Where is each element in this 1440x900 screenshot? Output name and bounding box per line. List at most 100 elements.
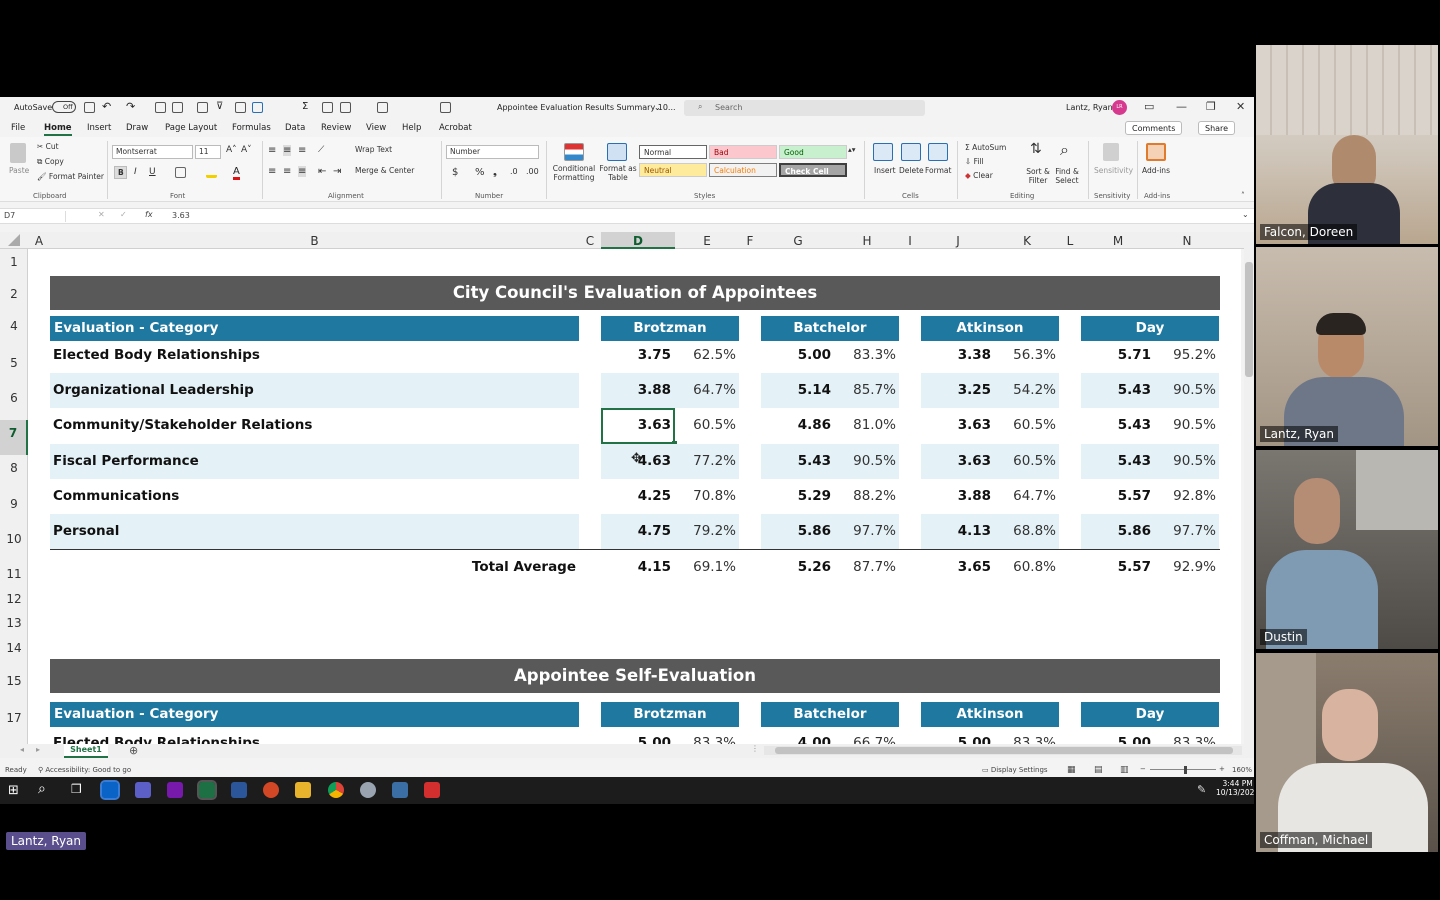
chevron-down-icon[interactable]: ⌄ xyxy=(654,103,661,112)
task-view-icon[interactable]: ❒ xyxy=(71,782,82,796)
score-cell[interactable]: 3.38 xyxy=(931,347,991,363)
score-cell[interactable]: 3.63 xyxy=(931,417,991,433)
score-cell[interactable]: 3.63 xyxy=(931,453,991,469)
percent-cell[interactable]: 60.5% xyxy=(680,417,736,433)
column-m[interactable]: M xyxy=(1081,234,1155,248)
chrome-icon[interactable] xyxy=(328,782,344,798)
score-cell[interactable]: 3.88 xyxy=(931,488,991,504)
column-g[interactable]: G xyxy=(761,234,835,248)
redo-icon[interactable]: ↷ xyxy=(126,100,135,113)
border-icon[interactable] xyxy=(197,102,208,113)
menu-view[interactable]: View xyxy=(366,123,386,133)
font-color-icon[interactable]: A xyxy=(233,166,240,180)
row-11[interactable]: 11 xyxy=(0,567,28,581)
addins-button[interactable]: Add-ins xyxy=(1142,166,1170,175)
find-select-icon[interactable]: ⌕ xyxy=(1060,140,1069,160)
score-cell[interactable]: 5.43 xyxy=(771,453,831,469)
percent-cell[interactable]: 90.5% xyxy=(1160,382,1216,398)
percent-cell[interactable]: 56.3% xyxy=(1000,347,1056,363)
align-top-icon[interactable]: ≡ xyxy=(268,145,276,156)
participant-tile[interactable]: Dustin xyxy=(1256,450,1438,649)
fill-color-icon[interactable] xyxy=(252,102,263,113)
score-cell[interactable]: 3.88 xyxy=(611,382,671,398)
borders-icon[interactable] xyxy=(175,167,186,178)
merge-center-button[interactable]: Merge & Center xyxy=(355,166,414,175)
score-cell[interactable]: 5.00 xyxy=(1091,735,1151,744)
menu-data[interactable]: Data xyxy=(285,123,305,133)
comments-button[interactable]: Comments xyxy=(1125,121,1183,135)
calculator-icon[interactable] xyxy=(392,782,408,798)
format-as-table-button[interactable]: Format as Table xyxy=(599,164,637,182)
column-d[interactable]: D xyxy=(601,232,675,249)
word-icon[interactable] xyxy=(231,782,247,798)
currency-icon[interactable]: $ xyxy=(452,167,458,178)
percent-cell[interactable]: 64.7% xyxy=(680,382,736,398)
row-6[interactable]: 6 xyxy=(0,391,28,405)
save-icon[interactable] xyxy=(84,102,95,113)
wrap-text-button[interactable]: Wrap Text xyxy=(355,145,392,154)
filter-icon[interactable]: ⊽ xyxy=(216,101,223,112)
comma-icon[interactable]: ❟ xyxy=(493,167,497,178)
column-j[interactable]: J xyxy=(921,234,995,248)
insert-cells-icon[interactable] xyxy=(873,143,893,161)
autosave-toggle[interactable]: Off xyxy=(52,101,76,113)
score-cell[interactable]: 5.00 xyxy=(611,735,671,744)
percent-cell[interactable]: 62.5% xyxy=(680,347,736,363)
style-bad[interactable]: Bad xyxy=(709,145,777,159)
share-button[interactable]: Share xyxy=(1198,121,1236,135)
splitter-icon[interactable]: ⋮ xyxy=(751,744,759,753)
percent-cell[interactable]: 54.2% xyxy=(1000,382,1056,398)
delete-cells-icon[interactable] xyxy=(901,143,921,161)
style-good[interactable]: Good xyxy=(779,145,847,159)
pen-icon[interactable]: ✎ xyxy=(1197,783,1206,796)
outlook-icon[interactable] xyxy=(100,780,120,800)
menu-page-layout[interactable]: Page Layout xyxy=(165,123,217,133)
score-cell[interactable]: 5.71 xyxy=(1091,347,1151,363)
style-calculation[interactable]: Calculation xyxy=(709,163,777,177)
total-percent-cell[interactable]: 60.8% xyxy=(1000,559,1056,575)
format-cells-icon[interactable] xyxy=(928,143,948,161)
percent-cell[interactable]: 95.2% xyxy=(1160,347,1216,363)
zoom-level[interactable]: 160% xyxy=(1232,766,1252,774)
normal-view-icon[interactable]: ▦ xyxy=(1067,765,1076,775)
conditional-formatting-button[interactable]: Conditional Formatting xyxy=(551,164,597,182)
percent-cell[interactable]: 60.5% xyxy=(1000,417,1056,433)
score-cell[interactable]: 5.00 xyxy=(771,347,831,363)
percent-cell[interactable]: 90.5% xyxy=(1160,417,1216,433)
underline-button[interactable]: U xyxy=(149,167,156,177)
row-17[interactable]: 17 xyxy=(0,711,28,725)
freeze-icon[interactable] xyxy=(340,102,351,113)
formula-input[interactable]: 3.63 xyxy=(172,211,190,220)
excel-icon[interactable] xyxy=(197,780,217,800)
percent-cell[interactable]: 83.3% xyxy=(1000,735,1056,744)
enter-icon[interactable]: ✓ xyxy=(120,210,127,219)
column-b[interactable]: B xyxy=(50,234,579,248)
zoom-in-icon[interactable]: + xyxy=(1219,765,1225,773)
teams-icon[interactable] xyxy=(135,782,151,798)
add-sheet-icon[interactable]: ⊕ xyxy=(129,744,138,757)
score-cell[interactable]: 5.57 xyxy=(1091,488,1151,504)
sort-filter-icon[interactable]: ⇅ xyxy=(1030,141,1042,157)
font-size-select[interactable]: 11 xyxy=(195,145,221,159)
score-cell[interactable]: 5.86 xyxy=(1091,523,1151,539)
decrease-decimal-icon[interactable]: .00 xyxy=(526,167,539,176)
sheet-tab[interactable]: Sheet1 xyxy=(64,744,108,758)
sort-filter-button[interactable]: Sort & Filter xyxy=(1024,167,1052,185)
name-box[interactable]: D7 xyxy=(4,211,66,222)
clock[interactable]: 3:44 PM10/13/2023 xyxy=(1216,779,1254,797)
row-12[interactable]: 12 xyxy=(0,592,28,606)
conditional-formatting-icon[interactable] xyxy=(564,143,584,161)
total-score-cell[interactable]: 5.26 xyxy=(771,559,831,575)
vertical-scrollbar[interactable] xyxy=(1244,232,1254,744)
score-cell[interactable]: 4.86 xyxy=(771,417,831,433)
score-cell[interactable]: 5.00 xyxy=(931,735,991,744)
zoom-out-icon[interactable]: − xyxy=(1140,765,1146,773)
score-cell[interactable]: 4.25 xyxy=(611,488,671,504)
column-l[interactable]: L xyxy=(1059,234,1081,248)
vertical-scroll-thumb[interactable] xyxy=(1245,262,1253,377)
increase-decimal-icon[interactable]: .0 xyxy=(510,167,518,176)
cut-button[interactable]: ✂ Cut xyxy=(37,142,59,151)
total-score-cell[interactable]: 4.15 xyxy=(611,559,671,575)
sensitivity-icon[interactable] xyxy=(1103,143,1119,161)
score-cell[interactable]: 5.43 xyxy=(1091,382,1151,398)
